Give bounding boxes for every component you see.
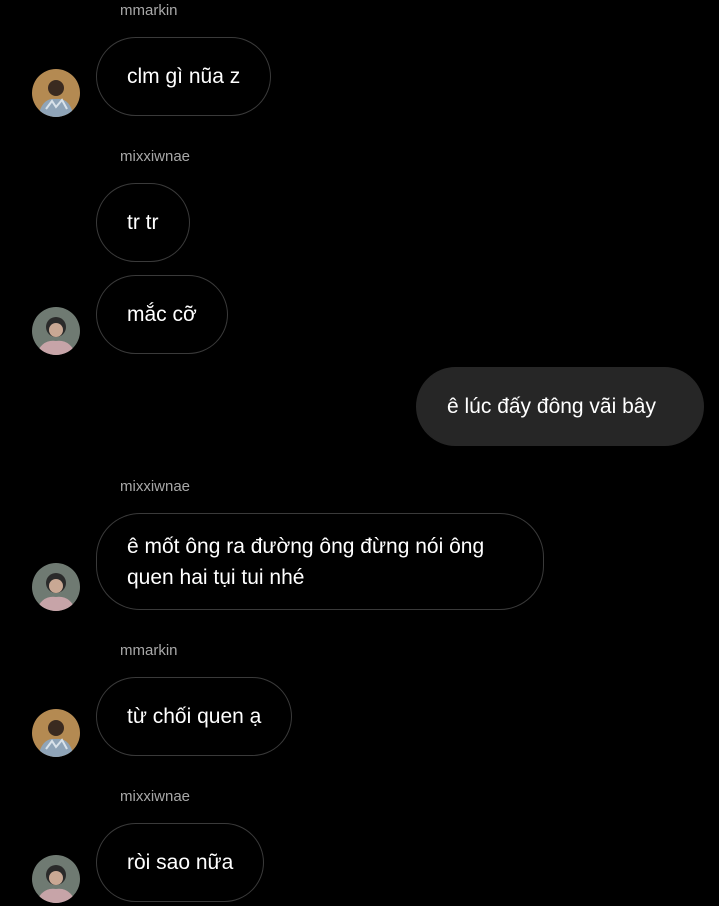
- message-text: từ chối quen ạ: [127, 705, 262, 728]
- message-text: ê mốt ông ra đường ông đừng nói ông quen…: [127, 534, 485, 589]
- message-text: clm gì nũa z: [127, 65, 241, 88]
- message-text: ròi sao nữa: [127, 851, 234, 874]
- mmarkin-avatar[interactable]: [32, 69, 80, 117]
- sender-name: mmarkin: [120, 642, 178, 659]
- mixxiwnae-avatar[interactable]: [32, 307, 80, 355]
- sender-name: mixxiwnae: [120, 788, 191, 805]
- outgoing-message-bubble[interactable]: ê lúc đấy đông vãi bây: [416, 367, 704, 446]
- message-bubble[interactable]: tr tr: [96, 183, 190, 262]
- message-bubble[interactable]: từ chối quen ạ: [96, 677, 293, 756]
- sender-name: mixxiwnae: [120, 478, 191, 495]
- message-bubble[interactable]: clm gì nũa z: [96, 37, 272, 116]
- mmarkin-avatar[interactable]: [32, 709, 80, 757]
- mixxiwnae-avatar[interactable]: [32, 563, 80, 611]
- mixxiwnae-avatar[interactable]: [32, 855, 80, 903]
- message-text: ê lúc đấy đông vãi bây: [447, 395, 656, 418]
- message-bubble[interactable]: mắc cỡ: [96, 275, 228, 354]
- message-text: mắc cỡ: [127, 303, 197, 326]
- message-bubble[interactable]: ê mốt ông ra đường ông đừng nói ông quen…: [96, 513, 544, 610]
- message-bubble[interactable]: ròi sao nữa: [96, 823, 265, 902]
- chat-thread: mmarkin clm gì nũa z mixxiwnae tr tr mắc…: [0, 0, 719, 906]
- sender-name: mixxiwnae: [120, 148, 191, 165]
- message-text: tr tr: [127, 211, 159, 234]
- sender-name: mmarkin: [120, 2, 178, 19]
